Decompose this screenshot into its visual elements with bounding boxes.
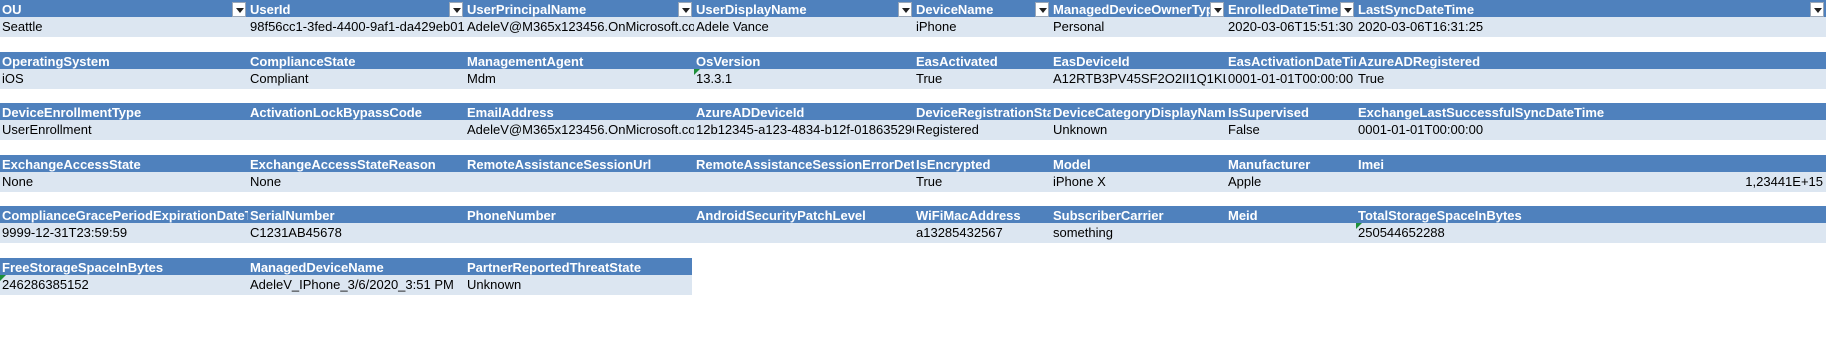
table-cell[interactable]: A12RTB3PV45SF2O2II1Q1KLTQS <box>1051 69 1226 89</box>
table-cell[interactable]: 9999-12-31T23:59:59 <box>0 223 248 243</box>
table-6-data-row: 246286385152 AdeleV_IPhone_3/6/2020_3:51 … <box>0 275 692 295</box>
filter-dropdown-icon[interactable] <box>898 2 912 17</box>
table-cell[interactable]: AdeleV_IPhone_3/6/2020_3:51 PM <box>248 275 465 295</box>
table-cell[interactable]: 250544652288 <box>1356 223 1826 243</box>
table-cell[interactable]: Registered <box>914 120 1051 140</box>
table-1-data-row: Seattle 98f56cc1-3fed-4400-9af1-da429eb01… <box>0 17 1826 37</box>
table-cell[interactable]: 2020-03-06T16:31:25 <box>1356 17 1826 37</box>
table-cell[interactable]: Personal <box>1051 17 1226 37</box>
filter-dropdown-icon[interactable] <box>232 2 246 17</box>
table-cell[interactable]: Compliant <box>248 69 465 89</box>
table-cell[interactable] <box>694 172 914 192</box>
table-cell[interactable]: AdeleV@M365x123456.OnMicrosoft.com <box>465 17 694 37</box>
error-indicator-icon <box>694 69 700 75</box>
table-cell[interactable]: Apple <box>1226 172 1356 192</box>
table-cell[interactable]: iOS <box>0 69 248 89</box>
table-cell[interactable]: iPhone X <box>1051 172 1226 192</box>
table-cell[interactable] <box>465 172 694 192</box>
error-indicator-icon <box>0 275 6 281</box>
table-cell[interactable]: 1,23441E+15 <box>1356 172 1826 192</box>
table-3-data-row: UserEnrollment AdeleV@M365x123456.OnMicro… <box>0 120 1826 140</box>
table-cell[interactable]: iPhone <box>914 17 1051 37</box>
table-cell[interactable]: UserEnrollment <box>0 120 248 140</box>
table-2-data-row: iOS Compliant Mdm 13.3.1 True A12RTB3PV45SF2O… <box>0 69 1826 89</box>
table-cell[interactable]: False <box>1226 120 1356 140</box>
table-cell[interactable]: C1231AB45678 <box>248 223 465 243</box>
table-5-data-row: 9999-12-31T23:59:59 C1231AB45678 a13285432… <box>0 223 1826 243</box>
filter-dropdown-icon[interactable] <box>1340 2 1354 17</box>
table-cell[interactable]: Adele Vance <box>694 17 914 37</box>
table-cell[interactable]: True <box>914 172 1051 192</box>
table-cell[interactable]: 0001-01-01T00:00:00 <box>1226 69 1356 89</box>
table-cell[interactable]: AdeleV@M365x123456.OnMicrosoft.com <box>465 120 694 140</box>
error-indicator-icon <box>1356 223 1362 229</box>
filter-dropdown-icon[interactable] <box>449 2 463 17</box>
table-cell[interactable]: None <box>0 172 248 192</box>
table-cell[interactable]: 12b12345-a123-4834-b12f-018635290678 <box>694 120 914 140</box>
table-cell[interactable] <box>465 223 694 243</box>
table-cell[interactable]: 2020-03-06T15:51:30 <box>1226 17 1356 37</box>
table-4-data-row: None None True iPhone X Apple 1,23441E+15 <box>0 172 1826 192</box>
table-cell[interactable]: Mdm <box>465 69 694 89</box>
table-cell[interactable]: Unknown <box>465 275 692 295</box>
spreadsheet-grid: OU UserId UserPrincipalName UserDisplayName… <box>0 0 1826 339</box>
table-cell[interactable]: Seattle <box>0 17 248 37</box>
table-cell[interactable]: 246286385152 <box>0 275 248 295</box>
table-cell[interactable]: 13.3.1 <box>694 69 914 89</box>
table-cell[interactable] <box>248 120 465 140</box>
table-cell[interactable]: True <box>914 69 1051 89</box>
table-cell[interactable]: None <box>248 172 465 192</box>
table-cell[interactable]: 98f56cc1-3fed-4400-9af1-da429eb01234 <box>248 17 465 37</box>
filter-dropdown-icon[interactable] <box>1210 2 1224 17</box>
table-cell[interactable] <box>1226 223 1356 243</box>
table-cell[interactable]: True <box>1356 69 1826 89</box>
table-cell[interactable]: something <box>1051 223 1226 243</box>
filter-dropdown-icon[interactable] <box>1035 2 1049 17</box>
table-cell[interactable]: Unknown <box>1051 120 1226 140</box>
table-cell[interactable]: 0001-01-01T00:00:00 <box>1356 120 1826 140</box>
filter-dropdown-icon[interactable] <box>1810 2 1824 17</box>
filter-dropdown-icon[interactable] <box>678 2 692 17</box>
table-cell[interactable]: a13285432567 <box>914 223 1051 243</box>
table-cell[interactable] <box>694 223 914 243</box>
